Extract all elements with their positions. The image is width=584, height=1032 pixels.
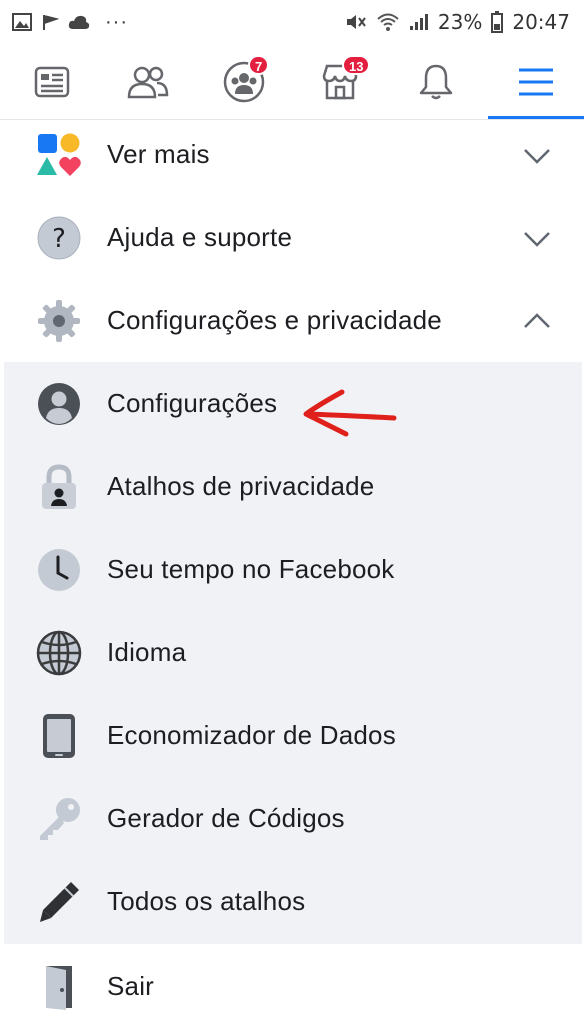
door-icon <box>46 965 72 1010</box>
svg-text:?: ? <box>52 224 66 254</box>
clock-time: 20:47 <box>512 10 570 34</box>
submenu-item-all-shortcuts[interactable]: Todos os atalhos <box>0 860 584 943</box>
status-bar: ··· 23% 20:47 <box>0 0 584 44</box>
phone-icon <box>43 713 75 758</box>
submenu-item-label: Economizador de Dados <box>107 720 396 750</box>
submenu-item-time-on-facebook[interactable]: Seu tempo no Facebook <box>0 528 584 611</box>
submenu-item-label: Seu tempo no Facebook <box>107 554 395 584</box>
menu-logout[interactable]: Sair <box>0 945 584 1028</box>
battery-percentage: 23% <box>437 10 483 34</box>
submenu-item-label: Configurações <box>107 388 278 418</box>
nav-tab-feed[interactable] <box>4 44 100 119</box>
battery-icon <box>491 11 504 33</box>
cloud-notification-icon <box>68 15 90 29</box>
submenu-item-code-generator[interactable]: Gerador de Códigos <box>0 777 584 860</box>
news-feed-icon <box>34 66 70 97</box>
globe-icon <box>36 630 82 675</box>
friends-icon <box>127 66 169 98</box>
help-icon: ? <box>37 216 81 259</box>
lock-icon <box>42 463 76 509</box>
see-more-label: Ver mais <box>107 139 210 169</box>
key-icon <box>40 797 80 840</box>
mute-icon <box>346 15 366 29</box>
submenu-item-privacy-shortcuts[interactable]: Atalhos de privacidade <box>0 445 584 528</box>
nav-tab-groups[interactable]: 7 <box>196 44 292 119</box>
pencil-icon <box>40 881 79 922</box>
logout-label: Sair <box>107 971 155 1001</box>
chevron-up-icon <box>524 312 550 328</box>
nav-tab-menu[interactable] <box>488 44 584 119</box>
menu-help-support[interactable]: ? Ajuda e suporte <box>0 196 584 279</box>
top-navigation: 7 13 <box>0 44 584 120</box>
groups-badge: 7 <box>248 55 270 75</box>
clock-icon <box>38 548 80 591</box>
submenu-item-label: Todos os atalhos <box>107 886 306 916</box>
submenu-item-language[interactable]: Idioma <box>0 611 584 694</box>
nav-tab-friends[interactable] <box>100 44 196 119</box>
annotation-arrow <box>303 389 397 437</box>
signal-icon <box>409 14 428 30</box>
image-notification-icon <box>12 13 32 31</box>
settings-privacy-label: Configurações e privacidade <box>107 305 442 335</box>
marketplace-badge: 13 <box>342 55 371 75</box>
help-label: Ajuda e suporte <box>107 222 293 252</box>
submenu-item-label: Idioma <box>107 637 187 667</box>
submenu-item-data-saver[interactable]: Economizador de Dados <box>0 694 584 777</box>
nav-tab-marketplace[interactable]: 13 <box>292 44 388 119</box>
submenu-item-label: Gerador de Códigos <box>107 803 345 833</box>
nav-tab-notifications[interactable] <box>388 44 484 119</box>
hamburger-menu-icon <box>519 68 553 95</box>
menu-see-more[interactable]: Ver mais <box>0 113 584 196</box>
submenu-item-settings[interactable]: Configurações <box>0 362 584 445</box>
flag-notification-icon <box>43 15 59 30</box>
submenu-item-label: Atalhos de privacidade <box>107 471 375 501</box>
more-notifications: ··· <box>105 10 128 33</box>
chevron-down-icon <box>524 231 550 247</box>
chevron-down-icon <box>524 148 550 164</box>
wifi-icon <box>377 13 399 31</box>
menu-settings-privacy[interactable]: Configurações e privacidade <box>0 279 584 362</box>
bell-icon <box>419 64 453 99</box>
gear-icon <box>38 299 80 342</box>
shapes-icon <box>37 133 81 176</box>
profile-icon <box>38 382 80 425</box>
